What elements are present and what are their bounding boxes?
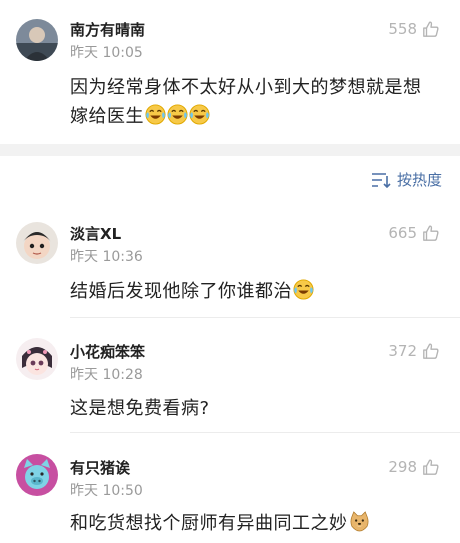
comment-text-block: 因为经常身体不太好从小到大的梦想就是想嫁给医生 — [70, 73, 438, 131]
thumbs-up-icon — [422, 20, 440, 38]
comment: 小花痴笨笨 昨天 10:28 372 这是想免费看病? — [0, 318, 460, 426]
sort-label: 按热度 — [396, 171, 442, 189]
like-count: 298 — [388, 458, 417, 476]
user-name[interactable]: 南方有晴南 — [70, 19, 145, 40]
laugh-cry-emoji — [189, 104, 210, 125]
comment-text-block: 结婚后发现他除了你谁都治 — [70, 277, 438, 306]
user-name[interactable]: 有只猪诶 — [70, 457, 130, 478]
like-count: 372 — [388, 342, 417, 360]
avatar[interactable] — [16, 222, 58, 264]
doge-emoji — [349, 511, 370, 532]
laugh-cry-emoji — [167, 104, 188, 125]
avatar[interactable] — [16, 19, 58, 61]
comment-top: 南方有晴南 昨天 10:05 558 因为经常身体不太好从小到大的梦想就是想嫁给… — [0, 0, 460, 144]
comment-text-block: 和吃货想找个厨师有异曲同工之妙 — [70, 509, 438, 538]
comment-time: 昨天 10:36 — [70, 249, 143, 265]
comment-time: 昨天 10:28 — [70, 367, 143, 383]
comment-text-block: 这是想免费看病? — [70, 394, 438, 423]
comment: 淡言XL 昨天 10:36 665 结婚后发现他除了你谁都治 — [0, 208, 460, 318]
like-button[interactable]: 298 — [388, 458, 440, 476]
laugh-cry-emoji — [145, 104, 166, 125]
like-button[interactable]: 665 — [388, 224, 440, 242]
thumbs-up-icon — [422, 342, 440, 360]
comment-text: 因为经常身体不太好从小到大的梦想就是想嫁给医生 — [70, 77, 422, 127]
laugh-cry-emoji — [293, 279, 314, 300]
avatar[interactable] — [16, 454, 58, 496]
like-count: 665 — [388, 224, 417, 242]
sort-icon — [371, 172, 391, 188]
user-name[interactable]: 小花痴笨笨 — [70, 341, 145, 362]
like-button[interactable]: 372 — [388, 342, 440, 360]
like-button[interactable]: 558 — [388, 20, 440, 38]
comment-text: 和吃货想找个厨师有异曲同工之妙 — [70, 513, 348, 534]
sort-button[interactable]: 按热度 — [371, 169, 442, 190]
thumbs-up-icon — [422, 224, 440, 242]
like-count: 558 — [388, 20, 417, 38]
comment-time: 昨天 10:50 — [70, 483, 143, 499]
section-divider — [0, 144, 460, 156]
thumbs-up-icon — [422, 458, 440, 476]
avatar[interactable] — [16, 338, 58, 380]
comment-text: 结婚后发现他除了你谁都治 — [70, 281, 292, 302]
comment-text: 这是想免费看病? — [70, 398, 210, 419]
comment-time: 昨天 10:05 — [70, 45, 143, 61]
comment: 有只猪诶 昨天 10:50 298 和吃货想找个厨师有异曲同工之妙 — [0, 433, 460, 543]
user-name[interactable]: 淡言XL — [70, 223, 121, 244]
